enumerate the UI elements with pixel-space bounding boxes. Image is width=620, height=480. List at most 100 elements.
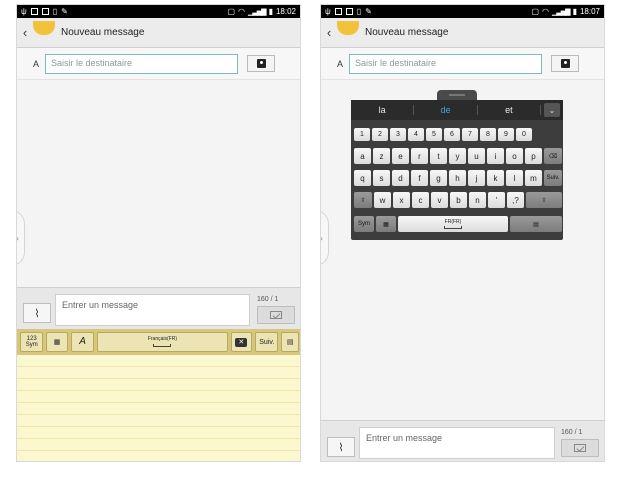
prediction-item[interactable]: de [414,105,478,115]
messages-app-icon[interactable] [33,20,55,35]
key-c[interactable]: c [412,192,429,208]
handwriting-mode-button[interactable]: A [70,332,95,352]
prediction-item[interactable]: la [351,105,415,115]
letter-row-1: a z e r t y u i o p ⌫ [354,148,562,164]
shift-icon: ⇧ [360,197,366,204]
space-language-label: FR(FR) [444,219,462,225]
attach-button[interactable]: ⌇ [327,437,355,457]
expand-predictions-button[interactable]: ⌄ [543,103,560,117]
key-i[interactable]: i [487,148,504,164]
key-e[interactable]: e [392,148,409,164]
key-0[interactable]: 0 [516,128,532,141]
clipboard-icon: ▤ [533,221,539,228]
prediction-item[interactable]: et [478,105,541,115]
side-panel-handle[interactable]: › [321,210,329,266]
prediction-bar: la de et ⌄ [351,100,563,120]
key-p[interactable]: p [525,148,542,164]
character-counter: 160 / 1 [561,429,583,436]
key-k[interactable]: k [487,170,504,186]
add-contact-button[interactable] [247,55,275,72]
send-button[interactable] [561,439,599,457]
clipboard-key[interactable]: ▤ [510,216,562,232]
file-icon: ▯ [52,7,58,16]
recipient-row: A Saisir le destinataire [321,48,604,80]
key-g[interactable]: g [430,170,447,186]
battery-icon: ▮ [268,7,273,16]
recipient-row: A Saisir le destinataire [17,48,300,80]
key-x[interactable]: x [393,192,410,208]
next-button[interactable]: Suiv. [255,332,279,352]
key-o[interactable]: o [506,148,523,164]
back-icon[interactable]: ‹ [19,25,31,40]
backspace-key[interactable]: ⌫ [544,148,562,164]
key-q[interactable]: q [354,170,371,186]
key-6[interactable]: 6 [444,128,460,141]
key-3[interactable]: 3 [390,128,406,141]
key-5[interactable]: 5 [426,128,442,141]
key-f[interactable]: f [411,170,428,186]
key-1[interactable]: 1 [354,128,370,141]
backspace-icon: ⌫ [548,153,558,160]
key-z[interactable]: z [373,148,390,164]
send-button[interactable] [257,306,295,324]
messages-app-icon[interactable] [337,20,359,35]
key-4[interactable]: 4 [408,128,424,141]
usb-icon: ψ [325,7,331,16]
key-s[interactable]: s [373,170,390,186]
key-l[interactable]: l [506,170,523,186]
space-bar-icon [153,344,172,347]
space-key[interactable]: Français(FR) [97,332,228,352]
key-t[interactable]: t [430,148,447,164]
page-title: Nouveau message [365,27,449,38]
key-2[interactable]: 2 [372,128,388,141]
attach-button[interactable]: ⌇ [23,303,51,323]
key-apostrophe[interactable]: ' [488,192,505,208]
status-time: 18:07 [579,7,600,16]
next-key[interactable]: Suiv. [544,170,562,186]
key-8[interactable]: 8 [480,128,496,141]
handwriting-area[interactable] [17,355,300,461]
key-b[interactable]: b [450,192,467,208]
keyboard-mode-button[interactable]: ▦ [46,332,68,352]
message-input[interactable]: Entrer un message [55,294,250,326]
key-y[interactable]: y [449,148,466,164]
letter-row-2: q s d f g h j k l m Suiv. [354,170,562,186]
back-icon[interactable]: ‹ [323,25,335,40]
right-phone-screen: ψ ▯ ✎ ▢ ◠ ▁▃▅▇ ▮ 18:07 ‹ Nouveau message… [320,4,605,462]
recipient-input[interactable]: Saisir le destinataire [349,53,542,74]
key-v[interactable]: v [431,192,448,208]
notification-icon [334,8,342,15]
space-key[interactable]: FR(FR) [398,216,508,232]
backspace-button[interactable]: ✕ [230,332,253,352]
recipient-input[interactable]: Saisir le destinataire [45,53,238,74]
number-row: 1 2 3 4 5 6 7 8 9 0 [354,128,532,141]
keyboard-drag-handle[interactable] [437,90,477,100]
key-n[interactable]: n [469,192,486,208]
key-u[interactable]: u [468,148,485,164]
add-contact-button[interactable] [551,55,579,72]
key-7[interactable]: 7 [462,128,478,141]
key-r[interactable]: r [411,148,428,164]
side-panel-handle[interactable]: › [17,210,25,266]
key-j[interactable]: j [468,170,485,186]
key-punctuation[interactable]: ,? [507,192,524,208]
shift-key[interactable]: ⇧ [354,192,372,208]
contact-icon [560,59,570,68]
key-d[interactable]: d [392,170,409,186]
sym-key[interactable]: Sym [354,216,374,232]
key-m[interactable]: m [525,170,542,186]
key-w[interactable]: w [374,192,391,208]
key-a[interactable]: a [354,148,371,164]
title-bar: ‹ Nouveau message [17,18,300,48]
file-icon: ▯ [356,7,362,16]
symbols-button[interactable]: 123 Sym [20,332,44,352]
shift-key-right[interactable]: ⇧ [526,192,562,208]
key-h[interactable]: h [449,170,466,186]
keyboard-mode-key[interactable]: ▦ [376,216,396,232]
paperclip-icon: ⌇ [338,441,344,454]
key-9[interactable]: 9 [498,128,514,141]
message-input[interactable]: Entrer un message [359,427,555,459]
status-time: 18:02 [275,7,296,16]
edit-icon: ✎ [365,7,372,16]
clipboard-button[interactable]: ▤ [281,332,299,352]
